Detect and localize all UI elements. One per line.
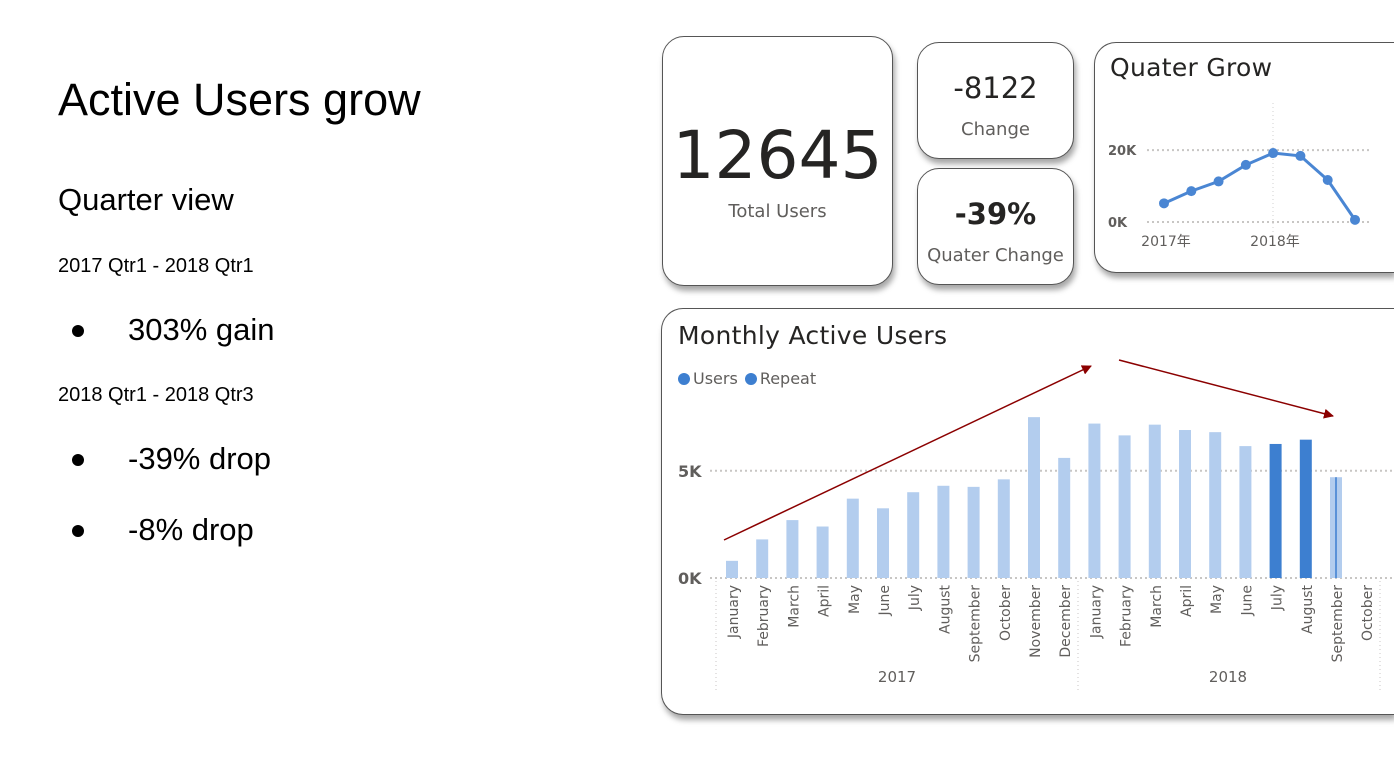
- bar[interactable]: [1239, 446, 1252, 578]
- x-tick-label: July: [1270, 585, 1286, 611]
- bullet-text-3: -8% drop: [128, 512, 254, 547]
- bar[interactable]: [1179, 430, 1191, 578]
- bullet-item-1: 303% gain: [72, 312, 275, 348]
- total-users-label: Total Users: [728, 201, 827, 222]
- range-label-2: 2018 Qtr1 - 2018 Qtr3: [58, 384, 254, 406]
- quarter-change-value: -39%: [954, 197, 1037, 231]
- y-tick-label: 20K: [1108, 144, 1137, 159]
- bar[interactable]: [967, 486, 980, 578]
- x-tick-label: May: [1209, 585, 1225, 614]
- year-label: 2018: [1209, 668, 1247, 686]
- x-tick-label: 2017年: [1141, 234, 1191, 250]
- quarter-change-label: Quater Change: [927, 245, 1064, 266]
- change-card[interactable]: -8122 Change: [917, 42, 1074, 159]
- bullet-text-2: -39% drop: [128, 441, 272, 476]
- bar[interactable]: [786, 520, 799, 578]
- bullet-text-1: 303% gain: [128, 312, 275, 347]
- change-label: Change: [961, 119, 1030, 140]
- x-tick-label: June: [1239, 585, 1255, 617]
- bar[interactable]: [1088, 423, 1101, 578]
- bar[interactable]: [1058, 457, 1071, 578]
- quarter-change-card[interactable]: -39% Quater Change: [917, 168, 1074, 285]
- slide-subtitle: Quarter view: [58, 182, 234, 217]
- monthly-bar-chart: 0K 5K January February March April May June July…: [678, 359, 1393, 693]
- bar[interactable]: [877, 508, 889, 578]
- x-tick-label: March: [1149, 585, 1165, 628]
- bullet-item-3: -8% drop: [72, 512, 254, 548]
- x-tick-label: November: [1028, 585, 1044, 658]
- bar[interactable]: [756, 539, 769, 578]
- year-label: 2017: [878, 668, 916, 686]
- quarter-grow-card[interactable]: Quater Grow 0K 20K 2017年 2018年: [1094, 42, 1394, 273]
- x-tick-label: July: [907, 585, 923, 611]
- decline-arrow: [1118, 359, 1334, 419]
- quarter-grow-chart: 0K 20K 2017年 2018年: [1108, 103, 1370, 250]
- data-point[interactable]: [1213, 176, 1224, 187]
- x-tick-label: February: [1119, 585, 1135, 647]
- range-label-1: 2017 Qtr1 - 2018 Qtr1: [58, 255, 254, 277]
- bar[interactable]: [907, 492, 920, 578]
- bar[interactable]: [1209, 432, 1222, 578]
- bar[interactable]: [1269, 443, 1282, 578]
- x-tick-label: December: [1058, 585, 1074, 658]
- total-users-card[interactable]: 12645 Total Users: [662, 36, 893, 286]
- bar[interactable]: [937, 485, 950, 578]
- total-users-value: 12645: [672, 117, 883, 194]
- x-tick-label: May: [847, 585, 863, 614]
- bar[interactable]: [1299, 439, 1312, 578]
- data-point[interactable]: [1322, 174, 1333, 185]
- x-tick-label: September: [1330, 585, 1346, 663]
- x-tick-label: October: [998, 585, 1014, 641]
- y-tick-label: 0K: [678, 569, 702, 588]
- bullet-dot-icon: [72, 325, 84, 337]
- slide-title: Active Users grow: [58, 74, 421, 125]
- bar[interactable]: [1028, 417, 1040, 578]
- x-tick-label: August: [1300, 584, 1316, 634]
- data-point[interactable]: [1350, 214, 1360, 225]
- bullet-dot-icon: [72, 454, 84, 466]
- x-tick-label: August: [937, 584, 953, 634]
- y-tick-label: 0K: [1108, 216, 1128, 231]
- y-tick-label: 5K: [678, 462, 702, 481]
- change-value: -8122: [953, 71, 1038, 105]
- data-point[interactable]: [1240, 159, 1251, 170]
- x-tick-label: September: [968, 585, 984, 663]
- x-tick-label: 2018年: [1250, 234, 1300, 250]
- bar[interactable]: [816, 526, 829, 578]
- bar[interactable]: [1118, 435, 1131, 578]
- monthly-active-users-card[interactable]: Monthly Active Users Users Repeat 0K 5K Ja…: [661, 308, 1394, 715]
- x-tick-label: April: [1179, 585, 1195, 617]
- x-tick-label: April: [817, 585, 833, 617]
- bullet-dot-icon: [72, 525, 84, 537]
- bar[interactable]: [726, 560, 738, 578]
- bar[interactable]: [846, 498, 859, 578]
- data-point[interactable]: [1268, 148, 1279, 159]
- bullet-item-2: -39% drop: [72, 441, 271, 477]
- data-point[interactable]: [1295, 150, 1306, 161]
- data-point[interactable]: [1159, 198, 1169, 209]
- x-tick-label: June: [877, 585, 893, 617]
- x-tick-label: October: [1360, 585, 1376, 641]
- bar[interactable]: [1148, 424, 1161, 578]
- x-tick-label: January: [1088, 585, 1104, 639]
- x-tick-label: January: [726, 585, 742, 639]
- data-point[interactable]: [1186, 186, 1197, 197]
- x-tick-label: March: [786, 585, 802, 628]
- bar[interactable]: [997, 479, 1010, 578]
- x-tick-label: February: [756, 585, 772, 647]
